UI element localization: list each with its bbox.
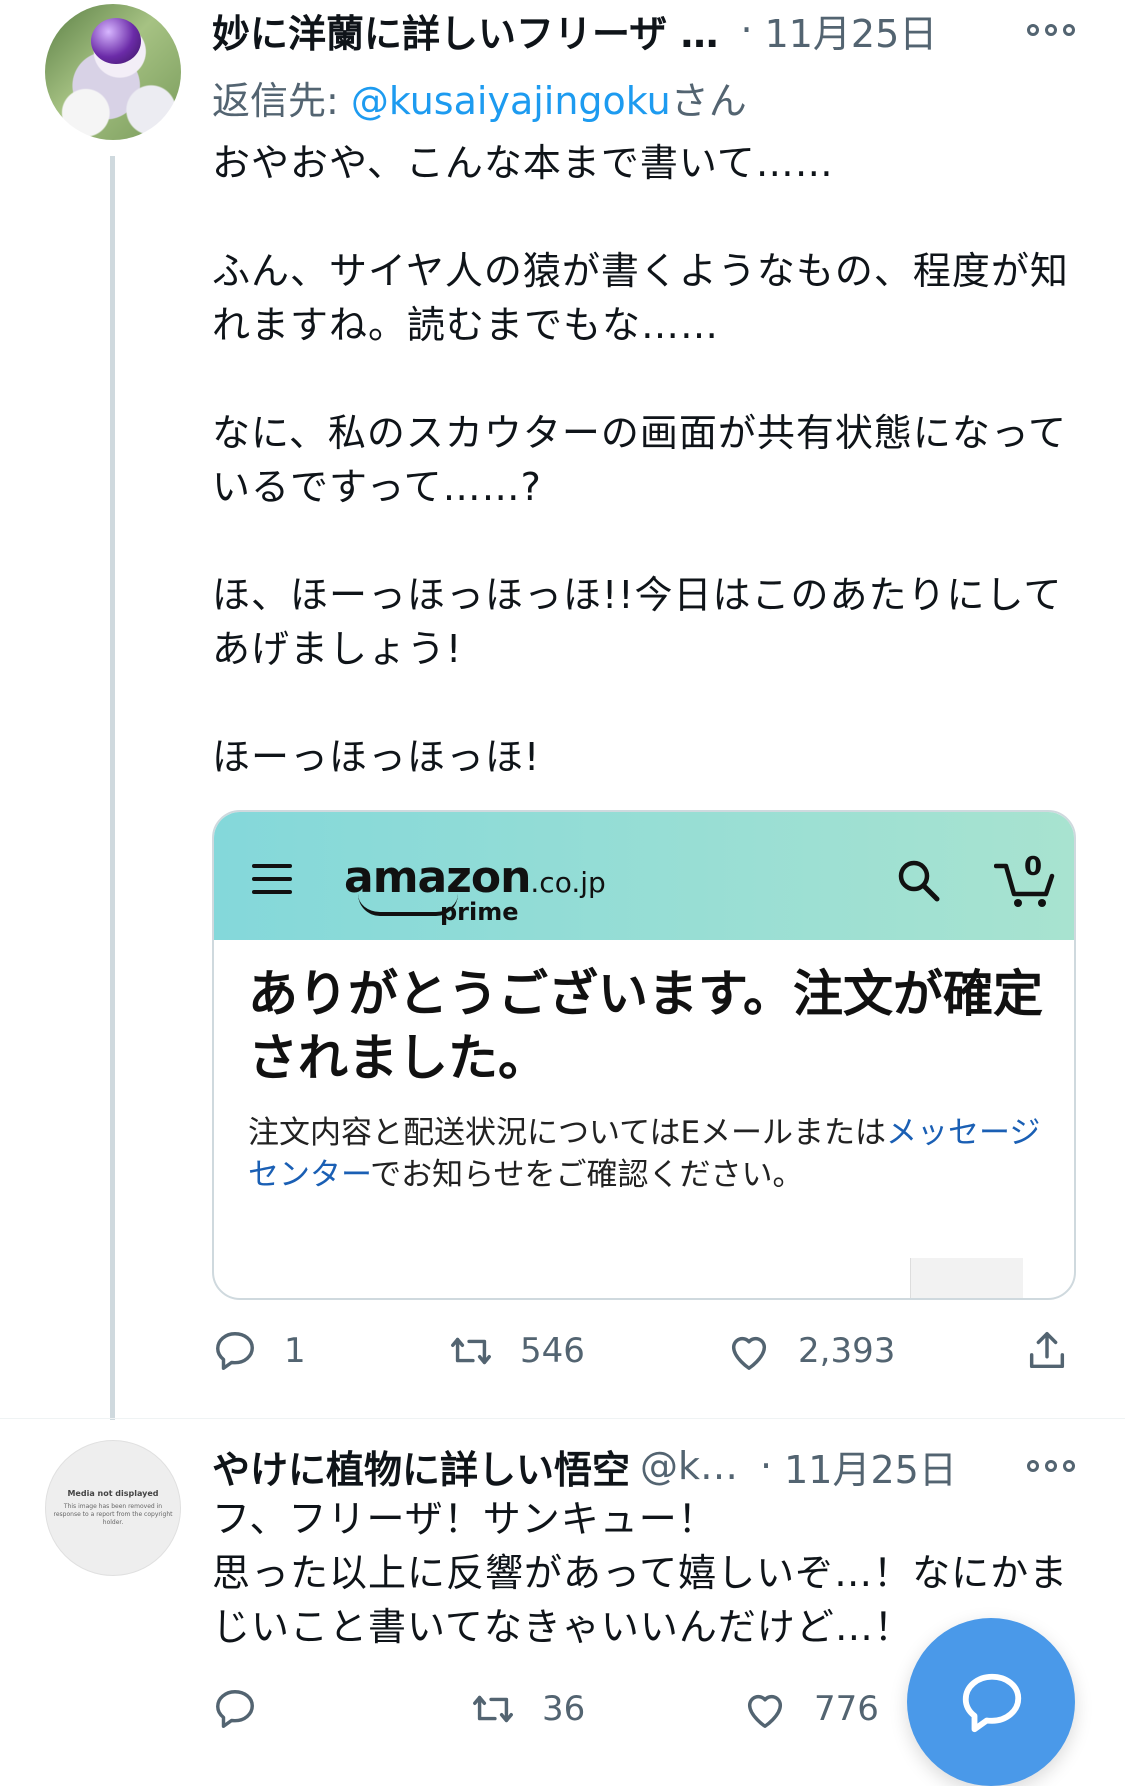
like-count: 2,393 xyxy=(798,1331,896,1371)
tweet-text: おやおや、こんな本まで書いて…… ふん、サイヤ人の猿が書くようなもの、程度が知れ… xyxy=(212,141,1069,779)
timestamp[interactable]: 11月25日 xyxy=(784,1439,957,1494)
reply-to-suffix: さん xyxy=(670,79,747,123)
retweet-icon xyxy=(451,1337,491,1365)
reply-icon xyxy=(216,1690,254,1728)
heart-icon xyxy=(731,1336,767,1370)
amazon-header-bar: amazon.co.jp prime 0 xyxy=(214,812,1074,940)
retweet-button[interactable]: 36 xyxy=(470,1686,585,1732)
reply-button[interactable]: 1 xyxy=(212,1328,306,1374)
amazon-logo: amazon.co.jp prime xyxy=(344,852,606,926)
media-not-displayed-desc: This image has been removed in response … xyxy=(53,1503,173,1526)
heart-icon xyxy=(747,1694,783,1728)
share-icon xyxy=(1029,1332,1065,1369)
more-icon[interactable] xyxy=(1027,1456,1075,1476)
reply-icon xyxy=(216,1332,254,1370)
logo-domain: .co.jp xyxy=(530,866,606,899)
separator-dot: · xyxy=(740,8,753,52)
order-note: 注文内容と配送状況についてはEメールまたはメッセージセンターでお知らせをご確認く… xyxy=(248,1112,1048,1196)
reply-button[interactable] xyxy=(212,1686,284,1732)
search-icon xyxy=(898,860,940,902)
like-button[interactable]: 776 xyxy=(742,1686,879,1732)
reply-to-line: 返信先: @kusaiyajingokuさん xyxy=(212,70,747,125)
retweet-count: 36 xyxy=(542,1689,586,1729)
media-not-displayed-title: Media not displayed xyxy=(67,1489,159,1498)
cart-count: 0 xyxy=(1024,852,1043,882)
cart-icon: 0 xyxy=(993,852,1058,908)
share-button[interactable] xyxy=(1024,1328,1096,1374)
display-name[interactable]: 妙に洋蘭に詳しいフリーザ … xyxy=(212,3,718,58)
avatar-frieza[interactable] xyxy=(45,4,181,140)
note-text: 注文内容と配送状況についてはEメールまたは xyxy=(248,1115,887,1151)
tweet-header: 妙に洋蘭に詳しいフリーザ … · 11月25日 xyxy=(212,0,937,60)
reply-to-label: 返信先: xyxy=(212,79,351,123)
reply-count: 1 xyxy=(284,1331,306,1371)
user-handle[interactable]: @k… xyxy=(640,1444,738,1488)
tweet-actions: 1 546 2,393 xyxy=(212,1322,1072,1382)
note-text-end: でお知らせをご確認ください。 xyxy=(370,1157,804,1193)
hamburger-menu-icon xyxy=(252,864,292,894)
book-thumbnail xyxy=(910,1258,1023,1298)
more-icon[interactable] xyxy=(1027,20,1075,40)
retweet-button[interactable]: 546 xyxy=(448,1328,585,1374)
retweet-icon xyxy=(473,1695,513,1723)
separator-dot: · xyxy=(760,1444,773,1488)
thread-line xyxy=(110,156,115,1420)
retweet-count: 546 xyxy=(520,1331,585,1371)
avatar-figure xyxy=(91,18,141,64)
compose-reply-button[interactable] xyxy=(907,1618,1075,1786)
tweet-header: やけに植物に詳しい悟空 @k… · 11月25日 xyxy=(212,1436,957,1496)
display-name[interactable]: やけに植物に詳しい悟空 xyxy=(212,1439,630,1494)
timestamp[interactable]: 11月25日 xyxy=(765,3,938,58)
order-confirmed-headline: ありがとうございます。注文が確定されました。 xyxy=(248,965,1043,1087)
logo-prime: prime xyxy=(440,898,519,926)
reply-mention-link[interactable]: @kusaiyajingoku xyxy=(351,79,671,123)
attached-image-card[interactable]: amazon.co.jp prime 0 ありがとうございます。注文が確定されま… xyxy=(212,810,1076,1300)
avatar-goku[interactable]: Media not displayed This image has been … xyxy=(45,1440,181,1576)
like-button[interactable]: 2,393 xyxy=(726,1328,895,1374)
compose-reply-icon xyxy=(962,1673,1022,1733)
like-count: 776 xyxy=(814,1689,879,1729)
tweet-divider xyxy=(0,1418,1125,1419)
